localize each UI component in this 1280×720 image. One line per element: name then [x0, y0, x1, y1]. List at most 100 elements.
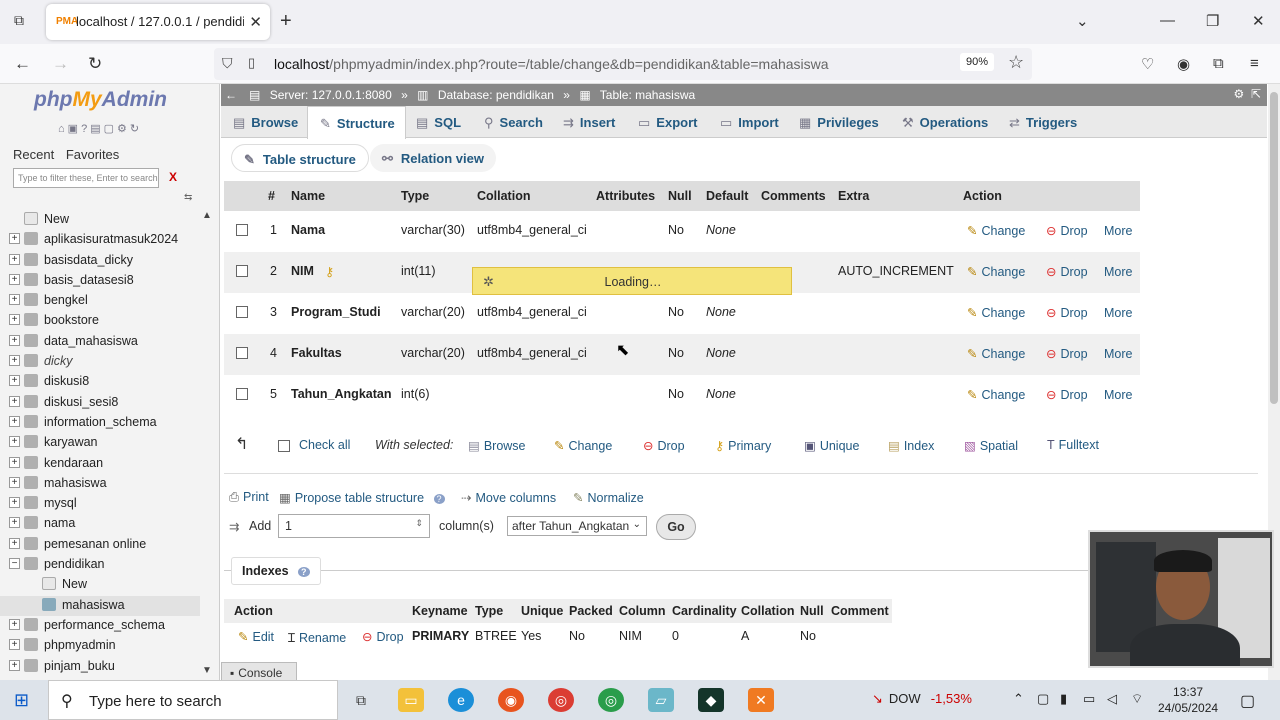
zoom-level[interactable]: 90% [960, 53, 995, 71]
help-icon[interactable]: ? [433, 494, 445, 504]
stepper-icon[interactable]: ⇕ [415, 518, 423, 529]
scrollbar-thumb[interactable] [1270, 92, 1278, 404]
drop-button[interactable]: ⊖ Drop [1046, 305, 1088, 320]
sidebar-item[interactable]: + bookstore [0, 311, 200, 331]
tab-import[interactable]: ▭ Import [708, 106, 789, 138]
relation-view-button[interactable]: ⚯ Relation view [370, 144, 496, 172]
browser-tab[interactable]: PMA localhost / 127.0.0.1 / pendidikan ✕ [46, 4, 270, 40]
clear-filter-button[interactable]: X [169, 170, 177, 184]
chrome-profile-icon[interactable]: ◎ [598, 688, 624, 712]
expand-icon[interactable]: + [9, 456, 20, 468]
recent-tab[interactable]: Recent [13, 147, 54, 162]
file-explorer-icon[interactable]: ▭ [398, 688, 424, 712]
expand-icon[interactable]: + [9, 537, 20, 549]
settings-icon[interactable]: ⚙ [117, 123, 130, 135]
sidebar-item[interactable]: + mahasiswa [0, 474, 200, 494]
scroll-down-icon[interactable]: ▼ [202, 665, 212, 676]
tab-overflow-chevron-icon[interactable]: ⌄ [1076, 12, 1089, 30]
tab-sql[interactable]: ▤ SQL [404, 106, 471, 138]
sidebar-item[interactable]: + performance_schema [0, 616, 200, 636]
column-name[interactable]: Fakultas [291, 346, 342, 360]
expand-icon[interactable]: + [9, 253, 20, 265]
expand-icon[interactable]: + [9, 497, 20, 509]
sidebar-item[interactable]: + phpmyadmin [0, 636, 200, 656]
sidebar-item[interactable]: New [0, 210, 200, 230]
tab-structure[interactable]: ✎ Structure [307, 106, 406, 139]
tab-insert[interactable]: ⇉ Insert [551, 106, 625, 138]
change-button[interactable]: ✎ Change [967, 346, 1025, 361]
volume-icon[interactable]: ◁ [1107, 691, 1117, 707]
tray-app-icon[interactable]: ▢ [1037, 691, 1049, 707]
row-checkbox[interactable] [236, 388, 248, 400]
gear-icon[interactable]: ⚙ [1234, 87, 1245, 101]
breadcrumb-database[interactable]: Database: pendidikan [438, 88, 554, 102]
print-button[interactable]: ⎙ Print [229, 490, 269, 505]
more-button[interactable]: More [1104, 265, 1132, 279]
favorites-tab[interactable]: Favorites [66, 147, 119, 162]
sidebar-item[interactable]: + dicky [0, 352, 200, 372]
sidebar-item[interactable]: + pinjam_buku [0, 657, 200, 677]
clock[interactable]: 13:37 24/05/2024 [1158, 684, 1218, 716]
microphone-icon[interactable]: ▮ [1060, 691, 1067, 707]
docs-icon[interactable]: ▤ [90, 123, 103, 135]
stock-widget[interactable]: ↘ DOW -1,53% [872, 691, 972, 707]
reload-icon[interactable]: ↻ [88, 54, 102, 74]
database-filter-input[interactable]: Type to filter these, Enter to search [13, 168, 159, 188]
restore-icon[interactable]: ❐ [1206, 12, 1219, 30]
sidebar-item[interactable]: + basis_datasesi8 [0, 271, 200, 291]
row-checkbox[interactable] [236, 224, 248, 236]
bulk-primary-button[interactable]: ⚷ Primary [715, 438, 771, 453]
firefox-icon[interactable]: ◉ [498, 688, 524, 712]
more-button[interactable]: More [1104, 388, 1132, 402]
expand-icon[interactable]: + [9, 476, 20, 488]
check-all-label[interactable]: Check all [299, 438, 350, 452]
sidebar-item[interactable]: + diskusi8 [0, 372, 200, 392]
tab-search[interactable]: ⚲ Search [472, 106, 553, 138]
drop-button[interactable]: ⊖ Drop [1046, 387, 1088, 402]
new-tab-icon[interactable]: + [280, 10, 292, 33]
back-icon[interactable]: ← [14, 54, 31, 74]
copy-icon[interactable]: ▢ [104, 123, 117, 135]
url-bar[interactable]: ⛉ ▯ localhost/phpmyadmin/index.php?route… [214, 48, 1032, 80]
account-icon[interactable]: ◉ [1177, 55, 1190, 73]
minimize-icon[interactable]: — [1160, 12, 1175, 29]
wifi-icon[interactable]: ⌔ [1131, 691, 1143, 707]
expand-icon[interactable]: + [9, 273, 20, 285]
bulk-index-button[interactable]: ▤ Index [888, 438, 934, 453]
sidebar-item[interactable]: + mysql [0, 494, 200, 514]
menu-icon[interactable]: ≡ [1250, 55, 1259, 72]
row-checkbox[interactable] [236, 306, 248, 318]
bulk-browse-button[interactable]: ▤ Browse [468, 438, 526, 453]
index-rename-button[interactable]: Ɪ Rename [288, 629, 346, 646]
help-icon[interactable]: ? [298, 567, 310, 577]
sidebar-item[interactable]: + kendaraan [0, 454, 200, 474]
xampp-icon[interactable]: ✕ [748, 688, 774, 712]
console-toggle[interactable]: ▪ Console [221, 662, 297, 680]
index-edit-button[interactable]: ✎ Edit [238, 629, 274, 644]
move-columns-button[interactable]: ⇢ Move columns [461, 490, 556, 505]
sidebar-item[interactable]: + nama [0, 514, 200, 534]
sublime-icon[interactable]: ◆ [698, 688, 724, 712]
collapse-all-icon[interactable]: ⇆ [184, 192, 192, 203]
sidebar-item[interactable]: + diskusi_sesi8 [0, 393, 200, 413]
drop-button[interactable]: ⊖ Drop [1046, 346, 1088, 361]
more-button[interactable]: More [1104, 306, 1132, 320]
collapse-icon[interactable]: − [9, 558, 20, 570]
column-count-input[interactable]: 1 ⇕ [278, 514, 430, 538]
battery-icon[interactable]: ▭ [1083, 691, 1095, 707]
reload-nav-icon[interactable]: ↻ [130, 123, 142, 135]
phpmyadmin-logo[interactable]: phpMyAdmin [34, 88, 167, 112]
sidebar-item[interactable]: + bengkel [0, 291, 200, 311]
propose-structure-button[interactable]: ▦ Propose table structure ? [279, 490, 445, 505]
help-icon[interactable]: ? [81, 123, 90, 135]
expand-icon[interactable]: + [9, 436, 20, 448]
change-button[interactable]: ✎ Change [967, 305, 1025, 320]
sidebar-item[interactable]: mahasiswa [0, 595, 200, 616]
index-drop-button[interactable]: ⊖ Drop [362, 629, 404, 644]
scroll-up-icon[interactable]: ▲ [202, 210, 212, 221]
tab-operations[interactable]: ⚒ Operations [890, 106, 998, 138]
bulk-unique-button[interactable]: ▣ Unique [804, 438, 859, 453]
drop-button[interactable]: ⊖ Drop [1046, 264, 1088, 279]
table-structure-button[interactable]: ✎ Table structure [231, 144, 369, 172]
expand-icon[interactable]: + [9, 395, 20, 407]
